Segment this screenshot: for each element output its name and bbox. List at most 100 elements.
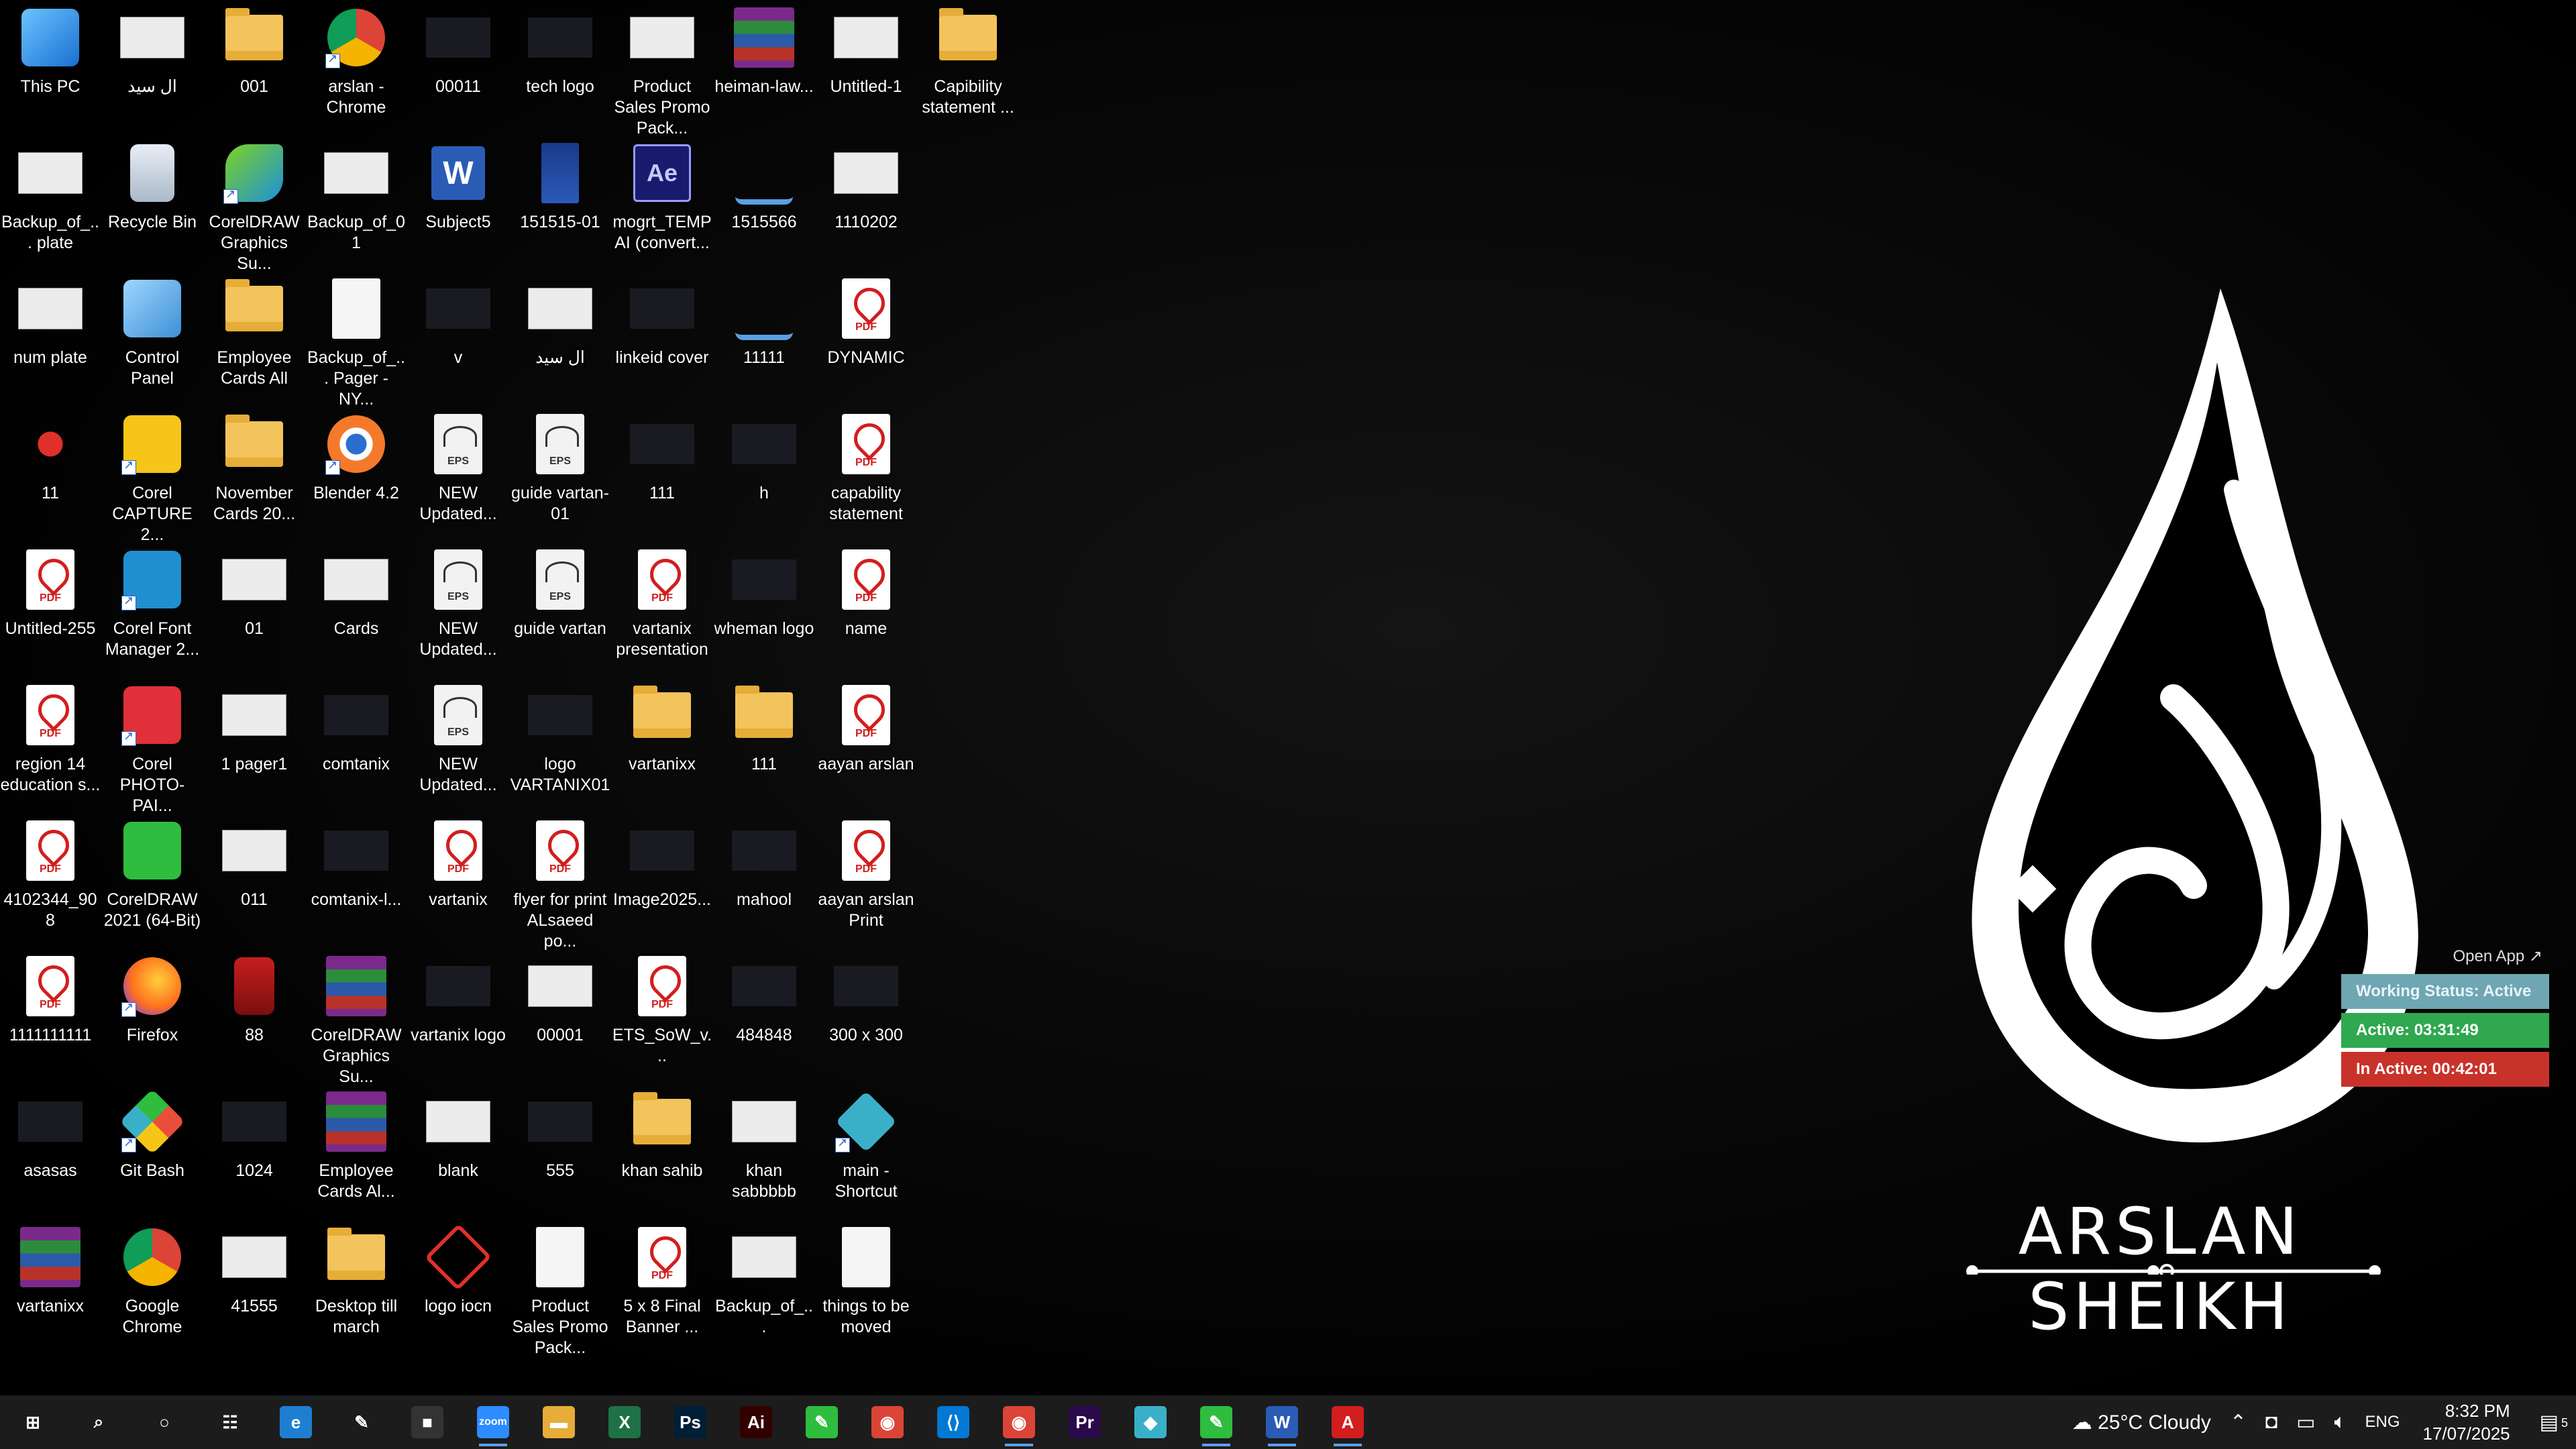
desktop-icon[interactable]: NEW Updated... bbox=[408, 411, 508, 525]
desktop-icon[interactable]: guide vartan-01 bbox=[510, 411, 610, 525]
terminal-app[interactable]: ■ bbox=[394, 1395, 460, 1449]
desktop-icon[interactable]: CorelDRAW Graphics Su... bbox=[204, 140, 305, 274]
desktop-icon[interactable]: Employee Cards All bbox=[204, 275, 305, 389]
chrome-app[interactable]: ◉ bbox=[855, 1395, 920, 1449]
desktop-icon[interactable]: guide vartan bbox=[510, 546, 610, 639]
edge-app[interactable]: e bbox=[263, 1395, 329, 1449]
volume-icon[interactable]: 🔈︎ bbox=[2324, 1411, 2355, 1434]
desktop-icon[interactable]: 00001 bbox=[510, 953, 610, 1046]
desktop-icon[interactable]: 88 bbox=[204, 953, 305, 1046]
premiere-app[interactable]: Pr bbox=[1052, 1395, 1118, 1449]
desktop-icon[interactable]: 484848 bbox=[714, 953, 814, 1046]
coreldraw-2-app[interactable]: ✎ bbox=[1183, 1395, 1249, 1449]
pen-app[interactable]: ✎ bbox=[329, 1395, 394, 1449]
desktop-icon[interactable]: logo VARTANIX01 bbox=[510, 682, 610, 796]
desktop-icon[interactable]: 111 bbox=[714, 682, 814, 775]
desktop-icon[interactable]: Recycle Bin bbox=[102, 140, 203, 233]
desktop-icon[interactable]: NEW Updated... bbox=[408, 682, 508, 796]
language-indicator[interactable]: ENG bbox=[2355, 1413, 2409, 1432]
photoshop-app[interactable]: Ps bbox=[657, 1395, 723, 1449]
desktop-icon[interactable]: Backup_of_... bbox=[714, 1224, 814, 1338]
desktop-icon[interactable]: linkeid cover bbox=[612, 275, 712, 368]
desktop-icon[interactable]: 011 bbox=[204, 817, 305, 910]
desktop-icon[interactable]: 11 bbox=[0, 411, 101, 504]
desktop-icon[interactable]: 300 x 300 bbox=[816, 953, 916, 1046]
desktop-icon[interactable]: ال سيد bbox=[102, 4, 203, 97]
desktop[interactable]: This PC ال سيد 001 arslan - Chrome 00011 tech… bbox=[0, 0, 2576, 1395]
search-button[interactable]: ⌕ bbox=[66, 1395, 131, 1449]
desktop-icon[interactable]: Corel PHOTO-PAI... bbox=[102, 682, 203, 816]
desktop-icon[interactable]: 555 bbox=[510, 1088, 610, 1181]
desktop-icon[interactable]: CorelDRAW 2021 (64-Bit) bbox=[102, 817, 203, 931]
desktop-icon[interactable]: Ae mogrt_TEMP AI (convert... bbox=[612, 140, 712, 254]
desktop-icon[interactable]: ال سيد bbox=[510, 275, 610, 368]
desktop-icon[interactable]: Control Panel bbox=[102, 275, 203, 389]
desktop-icon[interactable]: Cards bbox=[306, 546, 407, 639]
desktop-icon[interactable]: 00011 bbox=[408, 4, 508, 97]
desktop-icon[interactable]: 151515-01 bbox=[510, 140, 610, 233]
excel-app[interactable]: X bbox=[592, 1395, 657, 1449]
desktop-icon[interactable]: 4102344_908 bbox=[0, 817, 101, 931]
desktop-icon[interactable]: vartanix logo bbox=[408, 953, 508, 1046]
chevron-up-icon[interactable]: ⌃ bbox=[2220, 1411, 2256, 1434]
desktop-icon[interactable]: 1024 bbox=[204, 1088, 305, 1181]
desktop-icon[interactable]: This PC bbox=[0, 4, 101, 97]
cortana-button[interactable]: ○ bbox=[131, 1395, 197, 1449]
vscode-app[interactable]: ⟨⟩ bbox=[920, 1395, 986, 1449]
desktop-icon[interactable]: DYNAMIC bbox=[816, 275, 916, 368]
desktop-icon[interactable]: 1110202 bbox=[816, 140, 916, 233]
desktop-icon[interactable]: aayan arslan Print bbox=[816, 817, 916, 931]
start-button[interactable]: ⊞ bbox=[0, 1395, 66, 1449]
desktop-icon[interactable]: h bbox=[714, 411, 814, 504]
word-app[interactable]: W bbox=[1249, 1395, 1315, 1449]
desktop-icon[interactable]: khan sabbbbb bbox=[714, 1088, 814, 1202]
desktop-icon[interactable]: 5 x 8 Final Banner ... bbox=[612, 1224, 712, 1338]
desktop-icon[interactable]: arslan - Chrome bbox=[306, 4, 407, 118]
desktop-icon[interactable]: Backup_of_01 bbox=[306, 140, 407, 254]
file-explorer-app[interactable]: ▬ bbox=[526, 1395, 592, 1449]
desktop-icon[interactable]: vartanixx bbox=[0, 1224, 101, 1317]
meet-now-icon[interactable]: ◘ bbox=[2256, 1411, 2287, 1434]
illustrator-app[interactable]: Ai bbox=[723, 1395, 789, 1449]
desktop-icon[interactable]: num plate bbox=[0, 275, 101, 368]
desktop-icon[interactable]: ETS_SoW_v... bbox=[612, 953, 712, 1067]
desktop-icon[interactable]: November Cards 20... bbox=[204, 411, 305, 525]
desktop-icon[interactable]: Blender 4.2 bbox=[306, 411, 407, 504]
main-app[interactable]: ◆ bbox=[1118, 1395, 1183, 1449]
desktop-icon[interactable]: 1 pager1 bbox=[204, 682, 305, 775]
desktop-icon[interactable]: Untitled-1 bbox=[816, 4, 916, 97]
desktop-icon[interactable]: main - Shortcut bbox=[816, 1088, 916, 1202]
desktop-icon[interactable]: 001 bbox=[204, 4, 305, 97]
desktop-icon[interactable]: comtanix-l... bbox=[306, 817, 407, 910]
desktop-icon[interactable]: Product Sales Promo Pack... bbox=[612, 4, 712, 139]
chrome-profile-app[interactable]: ◉ bbox=[986, 1395, 1052, 1449]
desktop-icon[interactable]: blank bbox=[408, 1088, 508, 1181]
desktop-icon[interactable]: vartanix bbox=[408, 817, 508, 910]
desktop-icon[interactable]: Product Sales Promo Pack... bbox=[510, 1224, 610, 1358]
desktop-icon[interactable]: CorelDRAW Graphics Su... bbox=[306, 953, 407, 1087]
desktop-icon[interactable]: Untitled-255 bbox=[0, 546, 101, 639]
desktop-icon[interactable]: Capibility statement ... bbox=[918, 4, 1018, 118]
desktop-icon[interactable]: vartanix presentation bbox=[612, 546, 712, 660]
network-icon[interactable]: ▭ bbox=[2287, 1411, 2324, 1434]
clock[interactable]: 8:32 PM 17/07/2025 bbox=[2410, 1399, 2530, 1445]
desktop-icon[interactable]: Firefox bbox=[102, 953, 203, 1046]
desktop-icon[interactable]: Corel Font Manager 2... bbox=[102, 546, 203, 660]
desktop-icon[interactable]: aayan arslan bbox=[816, 682, 916, 775]
desktop-icon[interactable]: region 14 education s... bbox=[0, 682, 101, 796]
desktop-icon[interactable]: tech logo bbox=[510, 4, 610, 97]
desktop-icon[interactable]: mahool bbox=[714, 817, 814, 910]
desktop-icon[interactable]: v bbox=[408, 275, 508, 368]
desktop-icon[interactable]: things to be moved bbox=[816, 1224, 916, 1338]
desktop-icon[interactable]: Employee Cards Al... bbox=[306, 1088, 407, 1202]
notifications-button[interactable]: ▤ 5 bbox=[2530, 1411, 2576, 1434]
desktop-icon[interactable]: 1515566 bbox=[714, 140, 814, 233]
desktop-icon[interactable]: Google Chrome bbox=[102, 1224, 203, 1338]
desktop-icon[interactable]: 1111111111 bbox=[0, 953, 101, 1046]
desktop-icon[interactable]: Desktop till march bbox=[306, 1224, 407, 1338]
desktop-icon[interactable]: logo iocn bbox=[408, 1224, 508, 1317]
desktop-icon[interactable]: 111 bbox=[612, 411, 712, 504]
desktop-icon[interactable]: NEW Updated... bbox=[408, 546, 508, 660]
open-app-link[interactable]: Open App ↗ bbox=[2341, 943, 2549, 970]
desktop-icon[interactable]: flyer for print ALsaeed po... bbox=[510, 817, 610, 952]
